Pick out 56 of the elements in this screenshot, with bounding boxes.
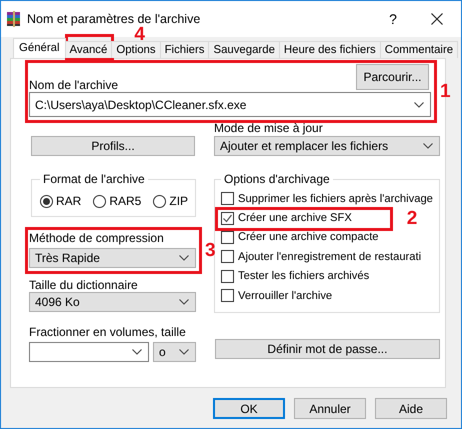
checkbox[interactable] (221, 230, 234, 244)
tab[interactable]: Commentaire (380, 41, 458, 58)
radio-label[interactable]: RAR (56, 194, 82, 208)
chevron-icon (179, 299, 189, 305)
tab[interactable]: Avancé (64, 41, 112, 58)
checkbox-label[interactable]: Verrouiller l'archive (238, 290, 332, 302)
annotation-number: 1 (440, 84, 451, 100)
browse-button[interactable]: Parcourir... (356, 64, 429, 90)
dropdown[interactable]: o (153, 342, 196, 362)
group-label: Options d'archivage (223, 172, 331, 186)
checkbox-label[interactable]: Ajouter l'enregistrement de restaurati (238, 250, 422, 263)
checkbox-label[interactable]: Créer une archive compacte (238, 231, 379, 244)
tab[interactable]: Sauvegarde (208, 41, 280, 58)
books-icon (6, 11, 22, 27)
radio-button[interactable] (93, 194, 106, 208)
field-label: Fractionner en volumes, taille (29, 325, 187, 339)
close-icon[interactable] (431, 13, 443, 25)
annotation-number: 3 (205, 242, 216, 258)
dropdown[interactable]: Ajouter et remplacer les fichiers (214, 136, 440, 156)
help-button[interactable]: ? (379, 11, 407, 27)
checkbox[interactable] (221, 212, 234, 225)
field-label: Taille du dictionnaire (29, 278, 139, 292)
tab[interactable]: Général (13, 38, 66, 58)
profiles-button[interactable]: Profils... (31, 136, 195, 156)
checkbox-label[interactable]: Créer une archive SFX (238, 212, 352, 224)
annotation-number: 2 (406, 211, 418, 228)
dialog-button[interactable]: Annuler (294, 398, 366, 419)
window-title: Nom et paramètres de l'archive (27, 12, 200, 26)
radio-label[interactable]: ZIP (169, 194, 188, 208)
chevron-icon (132, 349, 142, 355)
path-dropdown[interactable]: C:\Users\aya\Desktop\CCleaner.sfx.exe (29, 92, 431, 117)
dropdown[interactable]: Très Rapide (29, 248, 196, 268)
field-label: Nom de l'archive (29, 78, 118, 92)
dropdown[interactable]: 4096 Ko (29, 292, 196, 312)
field-label: Mode de mise à jour (214, 121, 324, 135)
chevron-icon (179, 349, 189, 355)
annotation-number: 4 (134, 27, 145, 43)
dialog-button[interactable]: OK (213, 398, 285, 419)
radio-label[interactable]: RAR5 (109, 194, 142, 208)
radio-button[interactable] (153, 194, 166, 208)
checkbox-label[interactable]: Supprimer les fichiers après l'archivage (238, 192, 433, 205)
dialog-button[interactable]: Aide (375, 398, 447, 419)
group-label: Format de l'archive (42, 172, 146, 186)
checkbox[interactable] (221, 289, 234, 302)
chevron-icon (179, 255, 189, 261)
checkbox[interactable] (221, 270, 234, 283)
chevron-icon (422, 143, 433, 149)
dropdown[interactable] (29, 342, 149, 362)
field-label: Méthode de compression (29, 231, 165, 245)
checkbox-label[interactable]: Tester les fichiers archivés (238, 270, 370, 282)
checkbox[interactable] (221, 250, 234, 264)
chevron-icon (414, 102, 424, 108)
password-button[interactable]: Définir mot de passe... (215, 339, 440, 360)
checkbox[interactable] (221, 192, 234, 206)
radio-button[interactable] (40, 194, 53, 208)
tab[interactable]: Options (111, 41, 161, 58)
